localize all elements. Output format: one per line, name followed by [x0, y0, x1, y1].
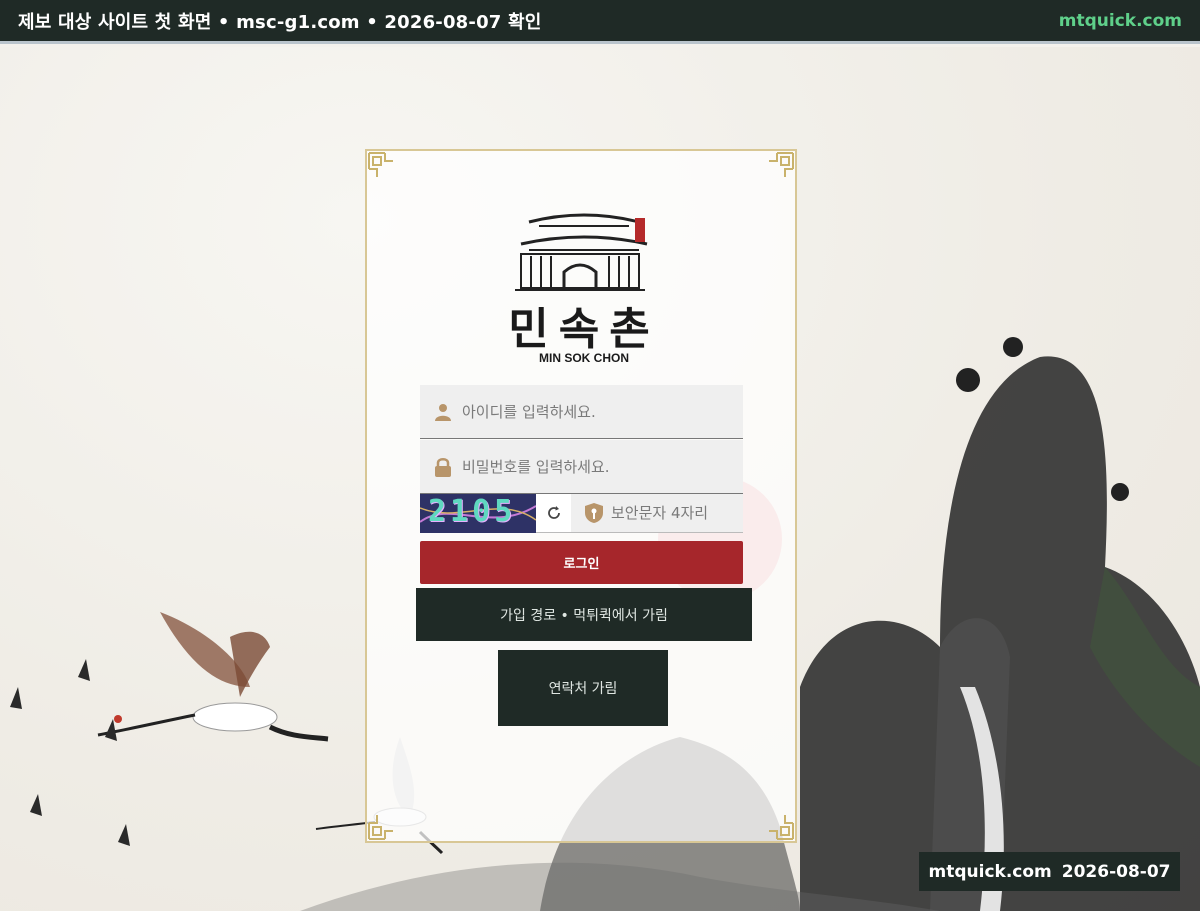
shield-key-icon: [583, 502, 605, 524]
captcha-input[interactable]: [609, 503, 733, 523]
logo-title: 민속촌: [508, 304, 660, 355]
captcha-image: 2105: [420, 494, 536, 533]
top-banner: 제보 대상 사이트 첫 화면 • msc-g1.com • 2026-08-07…: [0, 0, 1200, 44]
username-input[interactable]: [460, 401, 724, 422]
logo-subtitle: MIN SOK CHON: [539, 351, 629, 365]
corner-ornament-icon: [367, 151, 397, 181]
contact-button[interactable]: 연락처 가림: [498, 650, 668, 726]
captcha-field[interactable]: [571, 494, 743, 533]
refresh-icon: [547, 506, 560, 519]
username-field[interactable]: [420, 385, 743, 439]
captcha-code: 2105: [428, 494, 517, 529]
corner-ornament-icon: [367, 811, 397, 841]
crane-illustration: [97, 612, 329, 742]
password-input[interactable]: [460, 456, 724, 477]
seal-icon: [635, 218, 645, 242]
user-icon: [432, 401, 454, 423]
palace-gate-icon: [515, 213, 648, 291]
password-field[interactable]: [420, 440, 743, 494]
lock-icon: [432, 456, 454, 478]
watermark-site: mtquick.com: [928, 861, 1052, 882]
corner-ornament-icon: [765, 151, 795, 181]
captcha-refresh-button[interactable]: [536, 494, 571, 533]
watermark-badge: mtquick.com 2026-08-07: [919, 852, 1180, 891]
banner-title: 제보 대상 사이트 첫 화면 • msc-g1.com • 2026-08-07…: [18, 11, 542, 33]
captcha-row: 2105: [420, 494, 743, 533]
corner-ornament-icon: [765, 811, 795, 841]
login-button[interactable]: 로그인: [420, 541, 743, 584]
signup-route-button[interactable]: 가입 경로 • 먹튀퀵에서 가림: [416, 588, 752, 641]
watermark-date: 2026-08-07: [1061, 861, 1171, 882]
banner-brand: mtquick.com: [1058, 10, 1182, 31]
